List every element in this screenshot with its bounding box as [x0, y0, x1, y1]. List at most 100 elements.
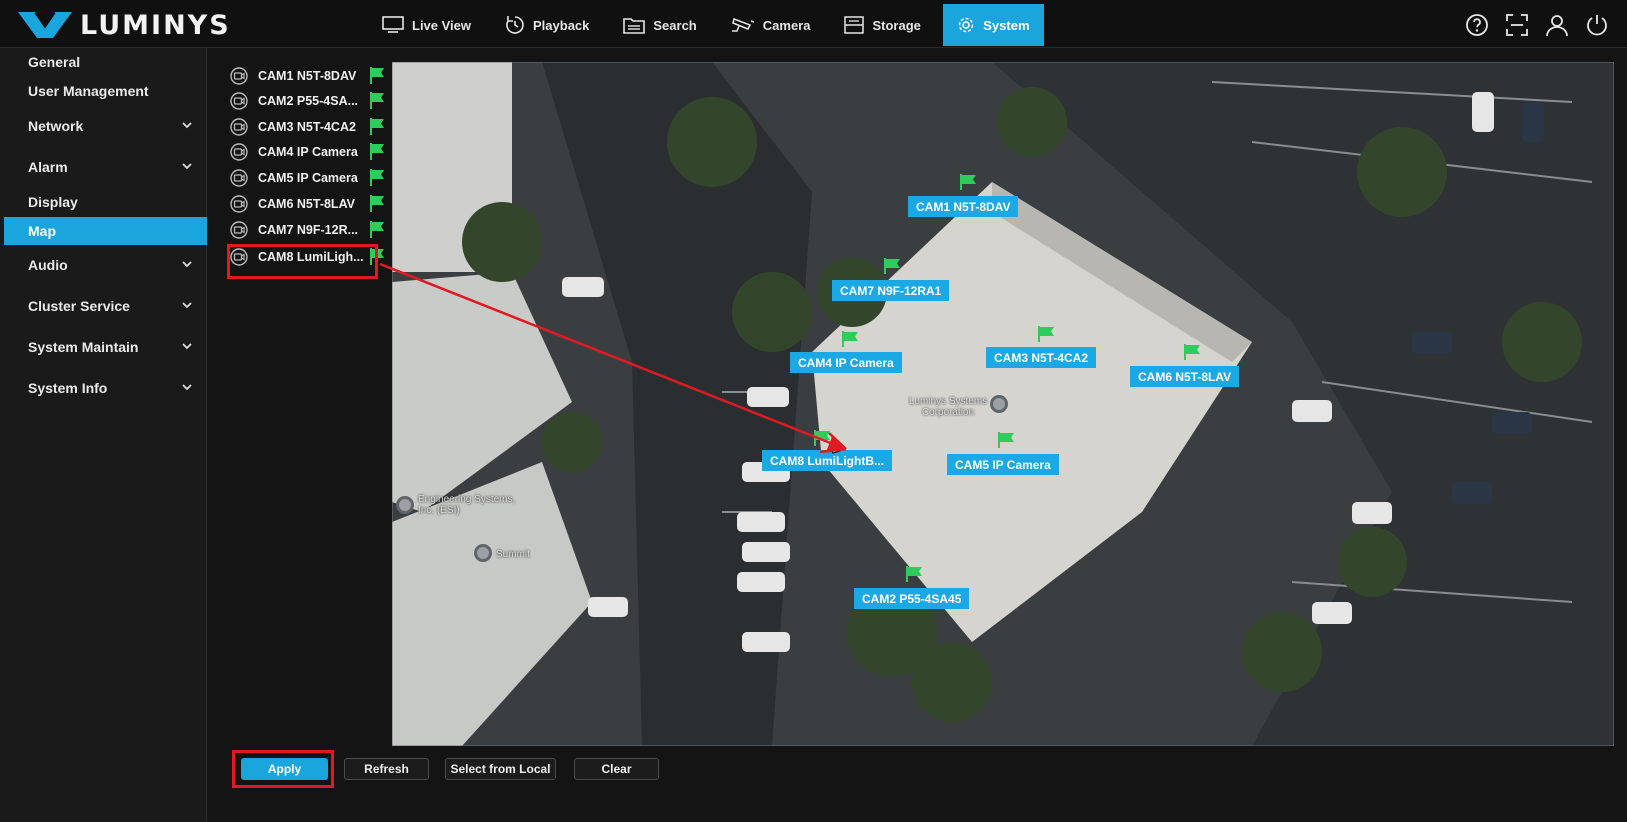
brand-name: LUMINYS: [80, 9, 231, 41]
sidebar-item-map[interactable]: Map: [4, 217, 207, 245]
nav-label: Search: [653, 17, 697, 33]
sidebar-item-label: User Management: [28, 83, 149, 99]
map-marker-label[interactable]: CAM5 IP Camera: [947, 454, 1059, 475]
sidebar-item-alarm[interactable]: Alarm: [4, 153, 207, 181]
ip-camera-icon: [230, 195, 248, 213]
place-label: Luminys Systems Corporation: [908, 396, 988, 418]
nav-label: Live View: [412, 17, 472, 33]
hand-cursor-icon: [828, 436, 841, 454]
nav-search[interactable]: Search: [611, 4, 708, 46]
place-pin-icon[interactable]: [474, 544, 492, 562]
chevron-down-icon: [182, 302, 192, 309]
annotation-highlight-box: [227, 244, 378, 279]
monitor-icon: [382, 16, 404, 33]
place-pin-icon[interactable]: [396, 496, 414, 514]
fullscreen-icon[interactable]: [1497, 10, 1537, 40]
map-flag-icon[interactable]: [998, 432, 1014, 448]
nav-playback[interactable]: Playback: [493, 4, 601, 46]
map-marker-label[interactable]: CAM1 N5T-8DAV: [908, 196, 1019, 217]
flag-icon[interactable]: [370, 169, 384, 186]
map-flag-icon[interactable]: [884, 258, 900, 274]
sidebar-item-general[interactable]: General: [4, 48, 207, 76]
camera-name: CAM6 N5T-8LAV: [258, 197, 356, 211]
ip-camera-icon: [230, 143, 248, 161]
map-flag-icon[interactable]: [906, 566, 922, 582]
sidebar-item-label: Display: [28, 194, 78, 210]
ip-camera-icon: [230, 67, 248, 85]
flag-icon[interactable]: [370, 67, 384, 84]
nav-live-view[interactable]: Live View: [370, 4, 483, 46]
ip-camera-icon: [230, 221, 248, 239]
camera-list-item[interactable]: CAM5 IP Camera: [222, 166, 392, 190]
camera-list-item[interactable]: CAM7 N9F-12R...: [222, 218, 392, 242]
apply-button[interactable]: Apply: [241, 758, 328, 780]
chevron-down-icon: [182, 384, 192, 391]
user-icon[interactable]: [1537, 10, 1577, 40]
satellite-map[interactable]: Luminys Systems Corporation Engineering …: [392, 62, 1614, 746]
camera-list-item[interactable]: CAM3 N5T-4CA2: [222, 115, 392, 139]
flag-icon[interactable]: [370, 143, 384, 160]
map-flag-icon[interactable]: [1038, 326, 1054, 342]
sidebar-item-system-info[interactable]: System Info: [4, 374, 207, 402]
map-flag-icon[interactable]: [1184, 344, 1200, 360]
select-from-local-button[interactable]: Select from Local: [445, 758, 556, 780]
camera-name: CAM3 N5T-4CA2: [258, 120, 356, 134]
map-marker-label[interactable]: CAM7 N9F-12RA1: [832, 280, 950, 301]
camera-name: CAM7 N9F-12R...: [258, 223, 359, 237]
camera-name: CAM4 IP Camera: [258, 145, 358, 159]
sidebar-item-network[interactable]: Network: [4, 112, 207, 140]
sidebar-item-label: Alarm: [28, 159, 68, 175]
sidebar-item-cluster-service[interactable]: Cluster Service: [4, 292, 207, 320]
sidebar-item-system-maintain[interactable]: System Maintain: [4, 333, 207, 361]
flag-icon[interactable]: [370, 92, 384, 109]
ip-camera-icon: [230, 169, 248, 187]
sidebar-item-label: Cluster Service: [28, 298, 130, 314]
chevron-down-icon: [182, 163, 192, 170]
nav-camera[interactable]: Camera: [719, 4, 823, 46]
sidebar-item-label: Map: [28, 223, 56, 239]
map-marker-label[interactable]: CAM4 IP Camera: [790, 352, 902, 373]
main-nav: Live View Playback Search Camera Storage…: [370, 4, 1054, 46]
chevron-down-icon: [182, 343, 192, 350]
clear-button[interactable]: Clear: [574, 758, 659, 780]
nav-storage[interactable]: Storage: [832, 4, 932, 46]
refresh-button[interactable]: Refresh: [344, 758, 429, 780]
ip-camera-icon: [230, 118, 248, 136]
map-flag-icon[interactable]: [960, 174, 976, 190]
flag-icon[interactable]: [370, 195, 384, 212]
sidebar-item-label: Network: [28, 118, 84, 134]
map-flag-icon[interactable]: [842, 331, 858, 347]
help-icon[interactable]: [1457, 10, 1497, 40]
camera-name: CAM2 P55-4SA...: [258, 94, 359, 108]
power-icon[interactable]: [1577, 10, 1617, 40]
map-marker-label[interactable]: CAM8 LumiLightB...: [762, 450, 892, 471]
camera-icon: [731, 18, 755, 32]
chevron-down-icon: [182, 122, 192, 129]
sidebar-item-label: Audio: [28, 257, 68, 273]
logo: LUMINYS: [16, 8, 231, 42]
nav-label: Storage: [872, 17, 921, 33]
camera-list-item[interactable]: CAM4 IP Camera: [222, 140, 392, 164]
sidebar-item-user-management[interactable]: User Management: [4, 77, 207, 105]
sidebar-item-audio[interactable]: Audio: [4, 251, 207, 279]
camera-name: CAM1 N5T-8DAV: [258, 69, 357, 83]
camera-list-item[interactable]: CAM1 N5T-8DAV: [222, 64, 392, 88]
storage-icon: [844, 16, 865, 34]
sidebar-item-label: System Info: [28, 380, 108, 396]
gear-icon: [959, 17, 974, 33]
flag-icon[interactable]: [370, 118, 384, 135]
camera-list-item[interactable]: CAM6 N5T-8LAV: [222, 192, 392, 216]
sidebar-item-label: General: [28, 54, 81, 70]
chevron-down-icon: [182, 261, 192, 268]
place-label: Engineering Systems, Inc. (ESI): [418, 494, 516, 516]
top-bar: LUMINYS Live View Playback Search Camera…: [0, 0, 1627, 48]
map-marker-label[interactable]: CAM2 P55-4SA45: [854, 588, 970, 609]
nav-system[interactable]: System: [942, 4, 1044, 46]
place-label: Summit: [496, 549, 530, 560]
nav-label: Playback: [533, 17, 590, 33]
camera-list-item[interactable]: CAM2 P55-4SA...: [222, 89, 392, 113]
map-marker-label[interactable]: CAM6 N5T-8LAV: [1130, 366, 1240, 387]
sidebar-item-display[interactable]: Display: [4, 188, 207, 216]
flag-icon[interactable]: [370, 221, 384, 238]
map-marker-label[interactable]: CAM3 N5T-4CA2: [986, 347, 1097, 368]
